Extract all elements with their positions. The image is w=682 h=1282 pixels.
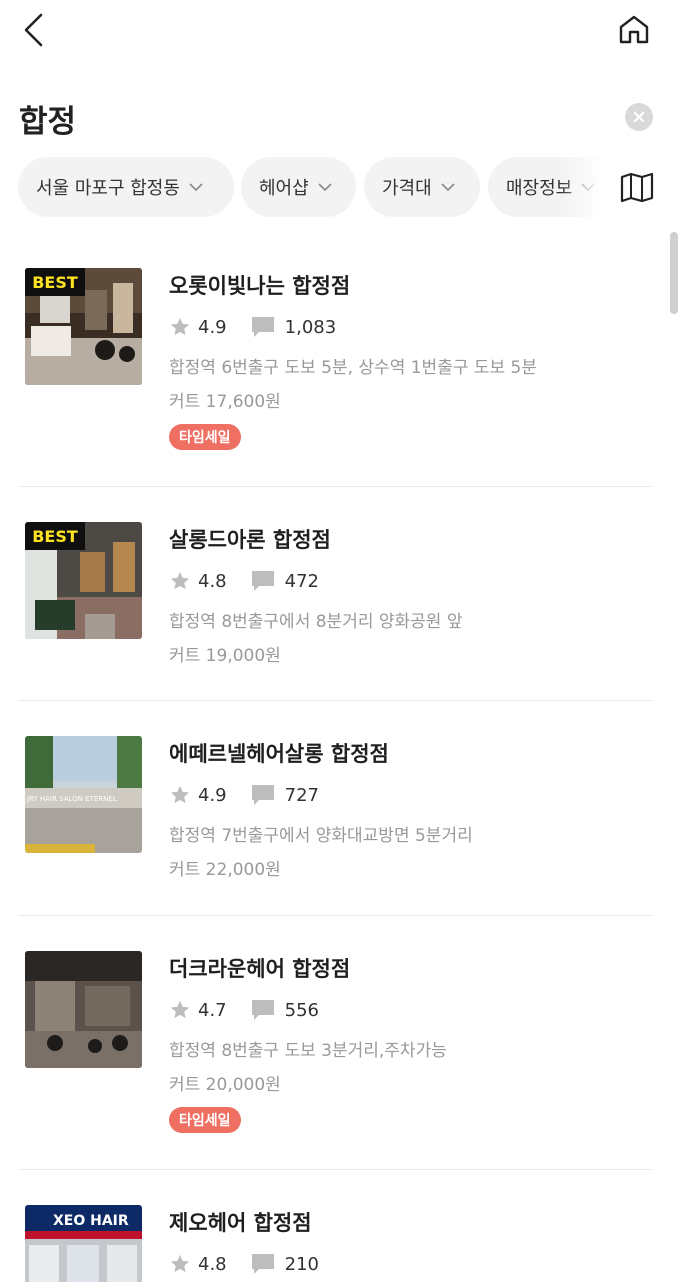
best-badge: BEST (25, 522, 85, 550)
salon-review-count: 556 (284, 999, 319, 1021)
filter-bar: 서울 마포구 합정동 헤어샵 가격대 매장정보 (0, 156, 682, 218)
star-icon (170, 571, 190, 590)
salon-price: 커트 19,000원 (169, 646, 281, 666)
filter-chip-price[interactable]: 가격대 (364, 157, 480, 217)
top-bar (0, 0, 682, 62)
star-icon (170, 317, 190, 336)
salon-thumbnail: BEST (25, 522, 142, 639)
salon-rating: 4.9 (198, 316, 227, 338)
salon-meta: 4.9 1,083 (169, 314, 336, 340)
salon-meta: 4.9 727 (169, 782, 319, 808)
clear-search-button[interactable] (625, 103, 653, 131)
salon-thumbnail (25, 951, 142, 1068)
salon-rating: 4.7 (198, 999, 227, 1021)
chevron-down-icon (318, 183, 332, 192)
list-item[interactable]: JRY HAIR SALON ETERNEL 에떼르넬헤어살롱 합정점 4.9 … (0, 700, 682, 916)
comment-icon (251, 317, 274, 337)
chevron-down-icon (189, 183, 203, 192)
chevron-left-icon (24, 13, 43, 47)
list-item[interactable]: XEO HAIR 제오헤어 합정점 4.8 210 (0, 1169, 682, 1282)
salon-address: 합정역 6번출구 도보 5분, 상수역 1번출구 도보 5분 (169, 358, 538, 378)
salon-address: 합정역 8번출구에서 8분거리 양화공원 앞 (169, 612, 463, 632)
salon-price: 커트 17,600원 (169, 392, 281, 412)
chevron-down-icon (441, 183, 455, 192)
salon-thumbnail: JRY HAIR SALON ETERNEL (25, 736, 142, 853)
map-icon (620, 172, 654, 202)
home-icon (619, 15, 649, 44)
salon-address: 합정역 7번출구에서 양화대교방면 5분거리 (169, 826, 473, 846)
home-button[interactable] (612, 8, 656, 52)
salon-thumbnail: XEO HAIR (25, 1205, 142, 1282)
comment-icon (251, 1000, 274, 1020)
app-screen: 서울 마포구 합정동 헤어샵 가격대 매장정보 (0, 0, 682, 1282)
filter-chips[interactable]: 서울 마포구 합정동 헤어샵 가격대 매장정보 (0, 156, 600, 218)
filter-chip-location[interactable]: 서울 마포구 합정동 (18, 157, 234, 217)
salon-name: 오롯이빛나는 합정점 (169, 274, 351, 298)
salon-name: 에떼르넬헤어살롱 합정점 (169, 742, 389, 766)
filter-chip-label: 서울 마포구 합정동 (36, 178, 180, 199)
salon-price: 커트 22,000원 (169, 860, 281, 880)
chips-fade (560, 156, 600, 218)
salon-rating: 4.9 (198, 784, 227, 806)
list-item[interactable]: BEST 살롱드아론 합정점 4.8 472 합정역 8번출구에서 8분거리 양… (0, 486, 682, 701)
salon-meta: 4.8 472 (169, 568, 319, 594)
salon-meta: 4.7 556 (169, 997, 319, 1023)
salon-address: 합정역 8번출구 도보 3분거리,주차가능 (169, 1041, 447, 1061)
salon-meta: 4.8 210 (169, 1251, 319, 1277)
salon-name: 더크라운헤어 합정점 (169, 957, 351, 981)
star-icon (170, 785, 190, 804)
back-button[interactable] (14, 10, 54, 50)
salon-review-count: 210 (284, 1253, 319, 1275)
filter-chip-category[interactable]: 헤어샵 (241, 157, 356, 217)
salon-name: 제오헤어 합정점 (169, 1211, 312, 1235)
salon-review-count: 472 (284, 570, 319, 592)
filter-chip-label: 헤어샵 (259, 178, 309, 199)
thumb-sign: JRY HAIR SALON ETERNEL (26, 795, 117, 803)
time-sale-badge: 타임세일 (169, 1107, 241, 1133)
filter-chip-label: 가격대 (382, 178, 432, 199)
thumb-sign: XEO HAIR (53, 1213, 129, 1229)
salon-review-count: 1,083 (284, 316, 337, 338)
comment-icon (251, 1254, 274, 1274)
time-sale-badge: 타임세일 (169, 424, 241, 450)
map-button[interactable] (612, 164, 662, 210)
star-icon (170, 1000, 190, 1019)
salon-review-count: 727 (284, 784, 319, 806)
search-bar (0, 92, 682, 144)
list-item[interactable]: BEST 오롯이빛나는 합정점 4.9 1,083 합정역 6번출구 도보 5분… (0, 232, 682, 487)
list-item[interactable]: 더크라운헤어 합정점 4.7 556 합정역 8번출구 도보 3분거리,주차가능… (0, 915, 682, 1170)
comment-icon (251, 785, 274, 805)
search-input[interactable] (19, 92, 599, 144)
best-badge: BEST (25, 268, 85, 296)
clear-icon (633, 111, 645, 123)
star-icon (170, 1254, 190, 1273)
salon-rating: 4.8 (198, 1253, 227, 1275)
salon-rating: 4.8 (198, 570, 227, 592)
comment-icon (251, 571, 274, 591)
salon-thumbnail: BEST (25, 268, 142, 385)
salon-price: 커트 20,000원 (169, 1075, 281, 1095)
salon-name: 살롱드아론 합정점 (169, 528, 331, 552)
